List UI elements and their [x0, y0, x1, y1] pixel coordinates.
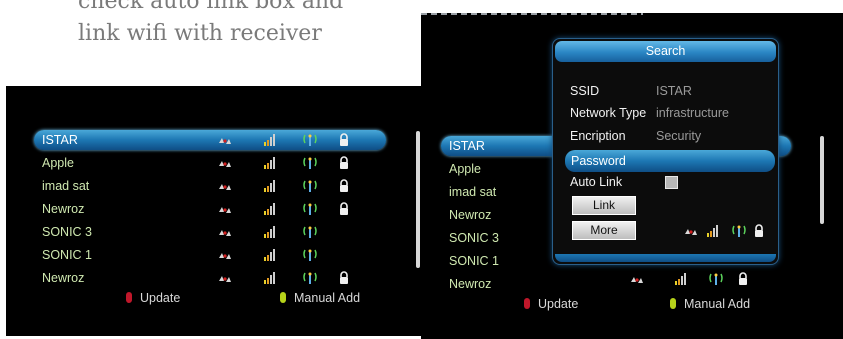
- signal-icon: [217, 132, 233, 148]
- signal-icon: [217, 224, 233, 240]
- lock-icon: [735, 271, 751, 287]
- update-label: Update: [538, 297, 579, 311]
- ssid-value: ISTAR: [656, 84, 692, 98]
- antenna-icon: [302, 178, 318, 194]
- antenna-icon: [731, 223, 747, 239]
- lock-icon: [336, 132, 352, 148]
- dialog-title: Search: [555, 41, 776, 62]
- search-dialog: Search SSID ISTAR Network Type infrastru…: [552, 38, 779, 265]
- manual-add-label: Manual Add: [684, 297, 751, 311]
- network-type-value: infrastructure: [656, 106, 729, 120]
- network-row[interactable]: SONIC 3: [34, 222, 386, 242]
- update-label: Update: [140, 291, 181, 305]
- tutorial-caption: check auto link box and link wifi with r…: [78, 0, 398, 50]
- network-name: ISTAR: [42, 133, 78, 147]
- green-key-icon: [670, 298, 676, 309]
- update-key-hint[interactable]: Update: [524, 297, 578, 311]
- network-name: SONIC 3: [42, 225, 93, 239]
- caption-line-2: link wifi with receiver: [78, 21, 322, 46]
- scrollbar[interactable]: [416, 131, 420, 268]
- strength-bars-icon: [262, 132, 278, 148]
- lock-icon: [751, 223, 767, 239]
- red-key-icon: [524, 298, 530, 309]
- signal-icon: [217, 155, 233, 171]
- lock-icon: [336, 155, 352, 171]
- lock-icon: [336, 270, 352, 286]
- network-row[interactable]: imad sat: [34, 176, 386, 196]
- caption-line-1: check auto link box and: [78, 0, 344, 14]
- network-name: Newroz: [449, 208, 492, 222]
- network-name: SONIC 1: [42, 248, 93, 262]
- wifi-search-screen: ISTAR Apple imad sat Newroz SONIC 3 SONIC 1 Ne…: [421, 13, 843, 339]
- network-row[interactable]: SONIC 1: [34, 245, 386, 265]
- network-name: SONIC 3: [449, 231, 500, 245]
- network-name: Apple: [449, 162, 481, 176]
- strength-bars-icon: [262, 224, 278, 240]
- strength-bars-icon: [705, 223, 721, 239]
- auto-link-checkbox[interactable]: [665, 176, 678, 189]
- scrollbar[interactable]: [820, 136, 824, 224]
- green-key-icon: [280, 292, 286, 303]
- strength-bars-icon: [262, 247, 278, 263]
- antenna-icon: [708, 271, 724, 287]
- ssid-label: SSID: [570, 84, 600, 98]
- encription-label: Encription: [570, 129, 626, 143]
- strength-bars-icon: [262, 270, 278, 286]
- network-type-label: Network Type: [570, 106, 647, 120]
- dialog-bottom-bar: [555, 254, 776, 262]
- password-field[interactable]: Password: [565, 150, 775, 172]
- antenna-icon: [302, 201, 318, 217]
- strength-bars-icon: [262, 155, 278, 171]
- signal-icon: [217, 270, 233, 286]
- network-name: Newroz: [449, 277, 492, 291]
- signal-icon: [683, 223, 699, 239]
- network-name: Apple: [42, 156, 74, 170]
- antenna-icon: [302, 132, 318, 148]
- signal-icon: [217, 247, 233, 263]
- network-name: ISTAR: [449, 139, 485, 153]
- strength-bars-icon: [262, 178, 278, 194]
- wifi-list-screen: ISTAR Apple imad sat Newroz SONIC 3 SONIC 1 Ne…: [6, 86, 425, 336]
- top-strip: [421, 13, 643, 15]
- red-key-icon: [126, 292, 132, 303]
- signal-icon: [217, 178, 233, 194]
- encription-value: Security: [656, 129, 702, 143]
- network-row[interactable]: Newroz: [34, 199, 386, 219]
- antenna-icon: [302, 270, 318, 286]
- network-row[interactable]: ISTAR: [34, 130, 386, 150]
- network-name: imad sat: [449, 185, 497, 199]
- lock-icon: [336, 201, 352, 217]
- network-name: Newroz: [42, 271, 85, 285]
- antenna-icon: [302, 247, 318, 263]
- antenna-icon: [302, 155, 318, 171]
- update-key-hint[interactable]: Update: [126, 291, 180, 305]
- manual-add-key-hint[interactable]: Manual Add: [280, 291, 360, 305]
- signal-icon: [629, 271, 645, 287]
- password-label: Password: [571, 154, 626, 168]
- auto-link-label: Auto Link: [570, 175, 623, 189]
- network-name: imad sat: [42, 179, 90, 193]
- network-name: SONIC 1: [449, 254, 500, 268]
- network-row[interactable]: Apple: [34, 153, 386, 173]
- manual-add-label: Manual Add: [294, 291, 361, 305]
- network-name: Newroz: [42, 202, 85, 216]
- link-button[interactable]: Link: [572, 196, 636, 215]
- strength-bars-icon: [673, 271, 689, 287]
- more-button[interactable]: More: [572, 221, 636, 240]
- network-row[interactable]: Newroz: [34, 268, 386, 288]
- manual-add-key-hint[interactable]: Manual Add: [670, 297, 750, 311]
- lock-icon: [336, 178, 352, 194]
- signal-icon: [217, 201, 233, 217]
- strength-bars-icon: [262, 201, 278, 217]
- antenna-icon: [302, 224, 318, 240]
